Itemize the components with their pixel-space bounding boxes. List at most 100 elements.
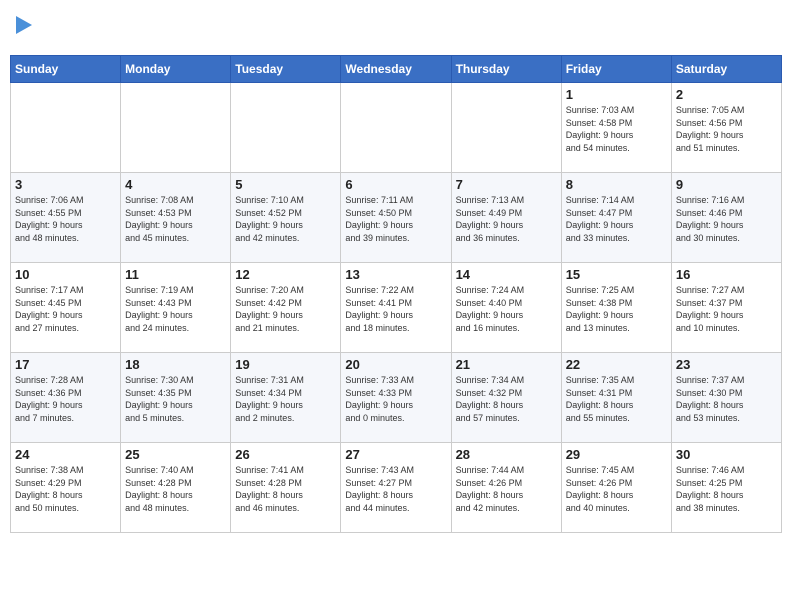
day-number: 12	[235, 267, 336, 282]
calendar-day-cell: 25 Sunrise: 7:40 AM Sunset: 4:28 PM Dayli…	[121, 443, 231, 533]
day-info: Sunrise: 7:43 AM Sunset: 4:27 PM Dayligh…	[345, 464, 446, 514]
day-info: Sunrise: 7:31 AM Sunset: 4:34 PM Dayligh…	[235, 374, 336, 424]
calendar-day-cell: 3 Sunrise: 7:06 AM Sunset: 4:55 PM Daylig…	[11, 173, 121, 263]
calendar-day-cell: 22Sunrise: 7:35 AM Sunset: 4:31 PM Dayli…	[561, 353, 671, 443]
day-info: Sunrise: 7:40 AM Sunset: 4:28 PM Dayligh…	[125, 464, 226, 514]
calendar-day-cell	[11, 83, 121, 173]
day-number: 19	[235, 357, 336, 372]
calendar-day-cell: 11 Sunrise: 7:19 AM Sunset: 4:43 PM Dayli…	[121, 263, 231, 353]
day-info: Sunrise: 7:10 AM Sunset: 4:52 PM Dayligh…	[235, 194, 336, 244]
day-number: 21	[456, 357, 557, 372]
day-number: 9	[676, 177, 777, 192]
day-info: Sunrise: 7:28 AM Sunset: 4:36 PM Dayligh…	[15, 374, 116, 424]
day-info: Sunrise: 7:41 AM Sunset: 4:28 PM Dayligh…	[235, 464, 336, 514]
day-info: Sunrise: 7:30 AM Sunset: 4:35 PM Dayligh…	[125, 374, 226, 424]
calendar-day-cell	[341, 83, 451, 173]
day-number: 16	[676, 267, 777, 282]
day-info: Sunrise: 7:06 AM Sunset: 4:55 PM Dayligh…	[15, 194, 116, 244]
calendar-day-cell: 24Sunrise: 7:38 AM Sunset: 4:29 PM Dayli…	[11, 443, 121, 533]
calendar-week-row: 10 Sunrise: 7:17 AM Sunset: 4:45 PM Dayli…	[11, 263, 782, 353]
day-of-week-header: Wednesday	[341, 56, 451, 83]
day-number: 25	[125, 447, 226, 462]
calendar-table: SundayMondayTuesdayWednesdayThursdayFrid…	[10, 55, 782, 533]
calendar-day-cell: 21 Sunrise: 7:34 AM Sunset: 4:32 PM Dayli…	[451, 353, 561, 443]
calendar-day-cell: 9 Sunrise: 7:16 AM Sunset: 4:46 PM Daylig…	[671, 173, 781, 263]
day-info: Sunrise: 7:27 AM Sunset: 4:37 PM Dayligh…	[676, 284, 777, 334]
day-info: Sunrise: 7:35 AM Sunset: 4:31 PM Dayligh…	[566, 374, 667, 424]
day-number: 18	[125, 357, 226, 372]
calendar-day-cell: 8 Sunrise: 7:14 AM Sunset: 4:47 PM Daylig…	[561, 173, 671, 263]
day-number: 3	[15, 177, 116, 192]
day-info: Sunrise: 7:08 AM Sunset: 4:53 PM Dayligh…	[125, 194, 226, 244]
day-info: Sunrise: 7:16 AM Sunset: 4:46 PM Dayligh…	[676, 194, 777, 244]
logo-arrow-icon	[16, 16, 32, 34]
day-number: 13	[345, 267, 446, 282]
day-of-week-header: Saturday	[671, 56, 781, 83]
day-info: Sunrise: 7:33 AM Sunset: 4:33 PM Dayligh…	[345, 374, 446, 424]
day-info: Sunrise: 7:46 AM Sunset: 4:25 PM Dayligh…	[676, 464, 777, 514]
day-number: 6	[345, 177, 446, 192]
day-of-week-header: Monday	[121, 56, 231, 83]
day-info: Sunrise: 7:11 AM Sunset: 4:50 PM Dayligh…	[345, 194, 446, 244]
day-info: Sunrise: 7:25 AM Sunset: 4:38 PM Dayligh…	[566, 284, 667, 334]
calendar-day-cell	[121, 83, 231, 173]
calendar-day-cell: 1 Sunrise: 7:03 AM Sunset: 4:58 PM Daylig…	[561, 83, 671, 173]
calendar-day-cell: 30 Sunrise: 7:46 AM Sunset: 4:25 PM Dayli…	[671, 443, 781, 533]
calendar-day-cell	[451, 83, 561, 173]
calendar-day-cell: 15Sunrise: 7:25 AM Sunset: 4:38 PM Dayli…	[561, 263, 671, 353]
day-number: 26	[235, 447, 336, 462]
calendar-day-cell: 26 Sunrise: 7:41 AM Sunset: 4:28 PM Dayli…	[231, 443, 341, 533]
calendar-day-cell: 12 Sunrise: 7:20 AM Sunset: 4:42 PM Dayli…	[231, 263, 341, 353]
day-number: 11	[125, 267, 226, 282]
day-info: Sunrise: 7:14 AM Sunset: 4:47 PM Dayligh…	[566, 194, 667, 244]
calendar-day-cell: 19 Sunrise: 7:31 AM Sunset: 4:34 PM Dayli…	[231, 353, 341, 443]
day-info: Sunrise: 7:13 AM Sunset: 4:49 PM Dayligh…	[456, 194, 557, 244]
calendar-day-cell: 13 Sunrise: 7:22 AM Sunset: 4:41 PM Dayli…	[341, 263, 451, 353]
page-header	[10, 10, 782, 47]
calendar-day-cell: 16 Sunrise: 7:27 AM Sunset: 4:37 PM Dayli…	[671, 263, 781, 353]
day-number: 10	[15, 267, 116, 282]
day-info: Sunrise: 7:38 AM Sunset: 4:29 PM Dayligh…	[15, 464, 116, 514]
calendar-day-cell	[231, 83, 341, 173]
day-of-week-header: Tuesday	[231, 56, 341, 83]
calendar-header-row: SundayMondayTuesdayWednesdayThursdayFrid…	[11, 56, 782, 83]
day-info: Sunrise: 7:45 AM Sunset: 4:26 PM Dayligh…	[566, 464, 667, 514]
day-number: 30	[676, 447, 777, 462]
calendar-week-row: 3 Sunrise: 7:06 AM Sunset: 4:55 PM Daylig…	[11, 173, 782, 263]
calendar-day-cell: 27Sunrise: 7:43 AM Sunset: 4:27 PM Dayli…	[341, 443, 451, 533]
day-number: 20	[345, 357, 446, 372]
calendar-week-row: 17 Sunrise: 7:28 AM Sunset: 4:36 PM Dayli…	[11, 353, 782, 443]
day-info: Sunrise: 7:34 AM Sunset: 4:32 PM Dayligh…	[456, 374, 557, 424]
day-number: 17	[15, 357, 116, 372]
day-number: 14	[456, 267, 557, 282]
logo	[14, 14, 16, 47]
day-info: Sunrise: 7:37 AM Sunset: 4:30 PM Dayligh…	[676, 374, 777, 424]
calendar-week-row: 24Sunrise: 7:38 AM Sunset: 4:29 PM Dayli…	[11, 443, 782, 533]
calendar-day-cell: 23 Sunrise: 7:37 AM Sunset: 4:30 PM Dayli…	[671, 353, 781, 443]
day-info: Sunrise: 7:03 AM Sunset: 4:58 PM Dayligh…	[566, 104, 667, 154]
day-number: 8	[566, 177, 667, 192]
calendar-day-cell: 6 Sunrise: 7:11 AM Sunset: 4:50 PM Daylig…	[341, 173, 451, 263]
day-info: Sunrise: 7:05 AM Sunset: 4:56 PM Dayligh…	[676, 104, 777, 154]
day-of-week-header: Sunday	[11, 56, 121, 83]
day-number: 4	[125, 177, 226, 192]
calendar-day-cell: 4 Sunrise: 7:08 AM Sunset: 4:53 PM Daylig…	[121, 173, 231, 263]
calendar-day-cell: 28 Sunrise: 7:44 AM Sunset: 4:26 PM Dayli…	[451, 443, 561, 533]
day-number: 29	[566, 447, 667, 462]
calendar-day-cell: 17 Sunrise: 7:28 AM Sunset: 4:36 PM Dayli…	[11, 353, 121, 443]
calendar-day-cell: 2Sunrise: 7:05 AM Sunset: 4:56 PM Daylig…	[671, 83, 781, 173]
day-number: 23	[676, 357, 777, 372]
calendar-day-cell: 18 Sunrise: 7:30 AM Sunset: 4:35 PM Dayli…	[121, 353, 231, 443]
calendar-day-cell: 29 Sunrise: 7:45 AM Sunset: 4:26 PM Dayli…	[561, 443, 671, 533]
day-info: Sunrise: 7:19 AM Sunset: 4:43 PM Dayligh…	[125, 284, 226, 334]
day-of-week-header: Thursday	[451, 56, 561, 83]
day-info: Sunrise: 7:22 AM Sunset: 4:41 PM Dayligh…	[345, 284, 446, 334]
day-number: 1	[566, 87, 667, 102]
day-info: Sunrise: 7:17 AM Sunset: 4:45 PM Dayligh…	[15, 284, 116, 334]
calendar-day-cell: 20 Sunrise: 7:33 AM Sunset: 4:33 PM Dayli…	[341, 353, 451, 443]
day-info: Sunrise: 7:24 AM Sunset: 4:40 PM Dayligh…	[456, 284, 557, 334]
day-info: Sunrise: 7:20 AM Sunset: 4:42 PM Dayligh…	[235, 284, 336, 334]
day-info: Sunrise: 7:44 AM Sunset: 4:26 PM Dayligh…	[456, 464, 557, 514]
day-number: 28	[456, 447, 557, 462]
day-of-week-header: Friday	[561, 56, 671, 83]
